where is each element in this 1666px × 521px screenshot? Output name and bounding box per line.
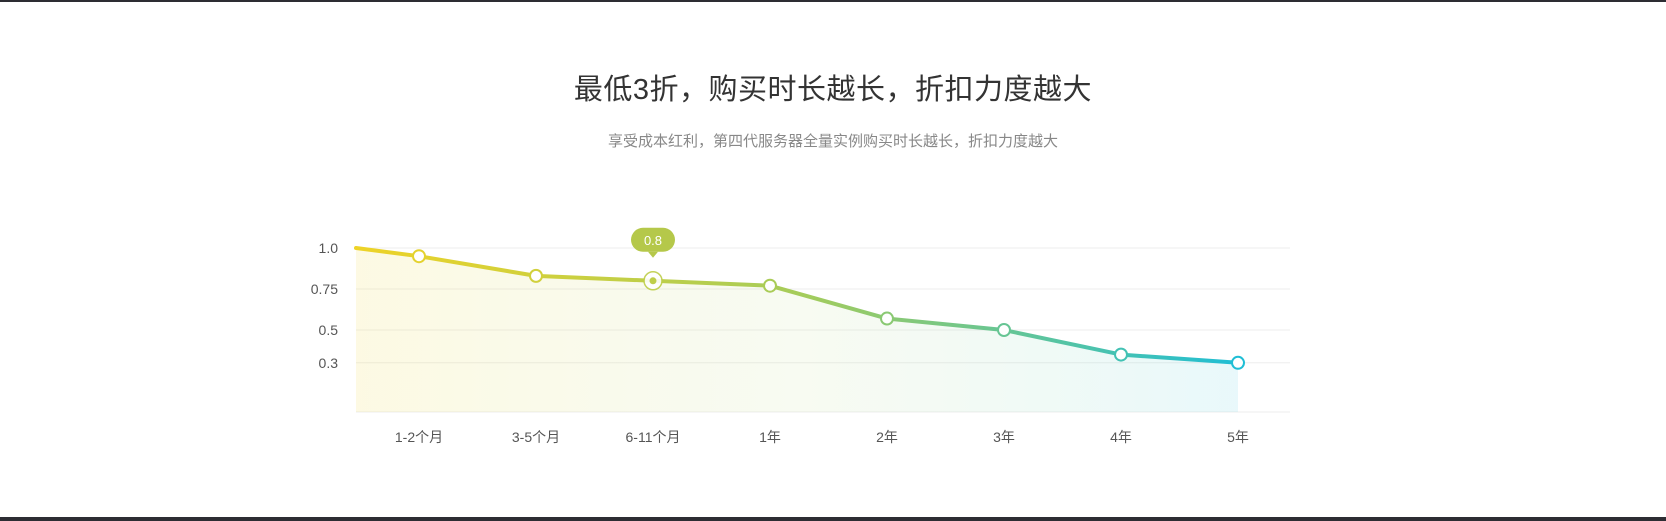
x-tick-label: 6-11个月 bbox=[626, 429, 681, 445]
tooltip-label: 0.8 bbox=[644, 233, 662, 248]
x-tick-label: 3-5个月 bbox=[512, 429, 560, 445]
y-tick-label: 0.3 bbox=[319, 355, 339, 371]
x-tick-label: 1-2个月 bbox=[395, 429, 443, 445]
discount-line-chart: 1.0 0.75 0.5 0.3 1-2个月 3-5个月 6-11个月 1年 2年 3年 4年 5年… bbox=[311, 227, 1290, 445]
active-point bbox=[649, 277, 657, 285]
data-point bbox=[412, 249, 426, 264]
x-tick-label: 3年 bbox=[993, 429, 1015, 445]
data-point bbox=[529, 268, 543, 283]
y-tick-label: 1.0 bbox=[319, 240, 339, 256]
data-point bbox=[1114, 347, 1128, 362]
x-tick-label: 4年 bbox=[1110, 429, 1132, 445]
x-tick-label: 2年 bbox=[876, 429, 898, 445]
bottom-border bbox=[0, 517, 1666, 521]
tooltip: 0.8 bbox=[631, 227, 675, 258]
x-axis-ticks: 1-2个月 3-5个月 6-11个月 1年 2年 3年 4年 5年 bbox=[395, 429, 1249, 445]
data-point bbox=[880, 311, 894, 326]
y-tick-label: 0.5 bbox=[319, 322, 339, 338]
x-tick-label: 1年 bbox=[759, 429, 781, 445]
data-point bbox=[1231, 355, 1245, 370]
x-tick-label: 5年 bbox=[1227, 429, 1249, 445]
data-point bbox=[997, 323, 1011, 337]
data-point bbox=[763, 278, 777, 293]
y-axis-ticks: 1.0 0.75 0.5 0.3 bbox=[311, 240, 338, 371]
tooltip-pointer bbox=[648, 251, 658, 258]
y-tick-label: 0.75 bbox=[311, 281, 338, 297]
